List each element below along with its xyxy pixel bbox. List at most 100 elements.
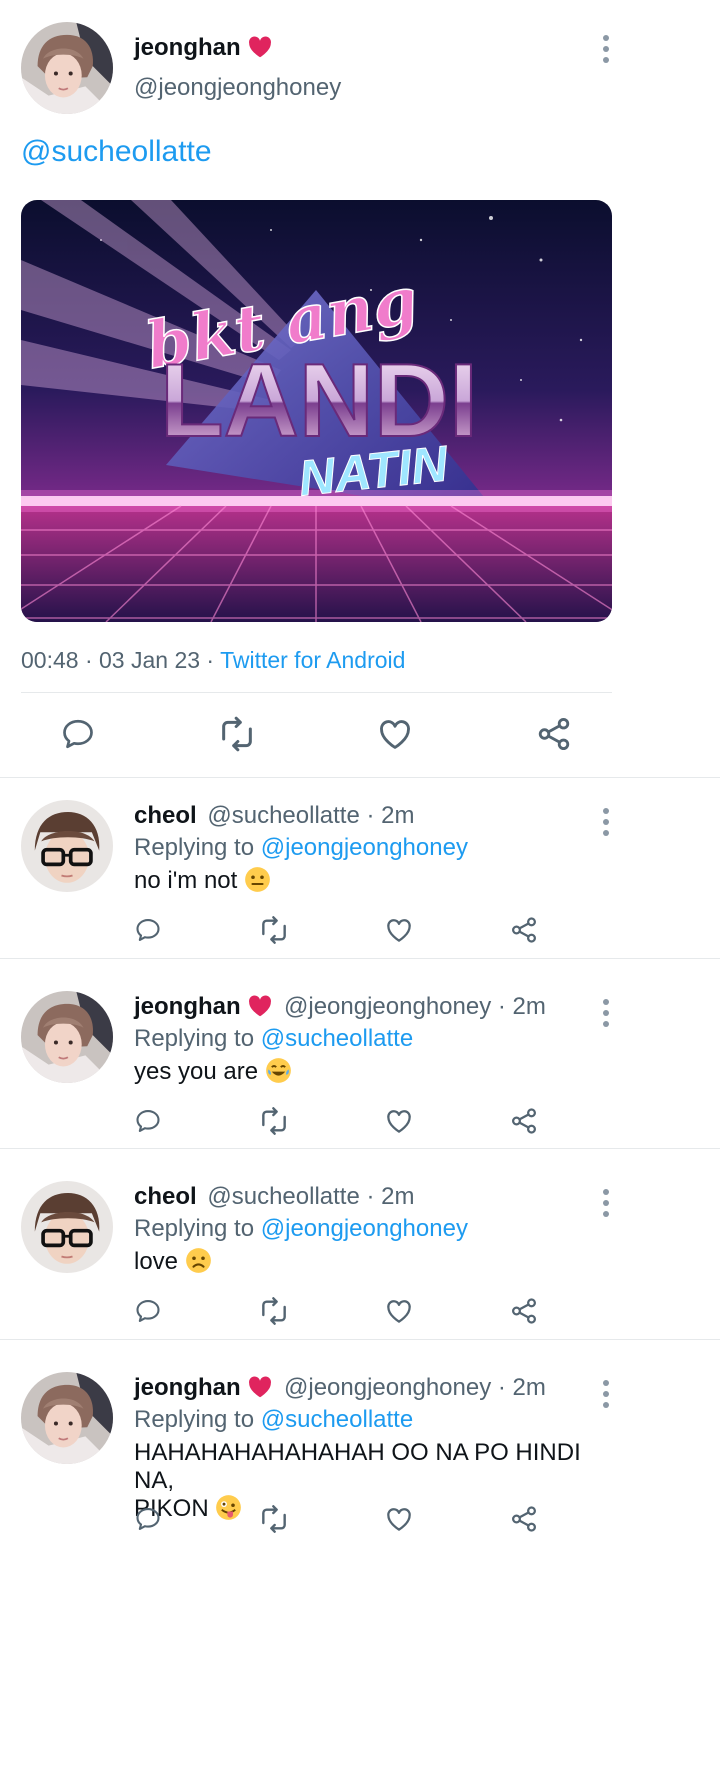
share-button[interactable]	[508, 1503, 540, 1535]
display-name[interactable]: jeonghan	[134, 993, 241, 1020]
reply-button[interactable]	[132, 1295, 164, 1327]
share-icon	[509, 1106, 539, 1136]
reply-text-line: yes you are	[134, 1058, 259, 1085]
reply-button[interactable]	[132, 914, 164, 946]
handle[interactable]: @jeongjeonghoney	[284, 993, 491, 1020]
heart-icon	[376, 715, 414, 753]
reply-icon	[134, 1107, 162, 1135]
avatar[interactable]	[21, 22, 113, 114]
reply-button[interactable]	[58, 714, 98, 754]
tweet-image[interactable]: bkt ang LANDI NATIN	[21, 200, 612, 622]
red-heart-emoji	[247, 34, 273, 60]
author-line: jeonghan @jeongjeonghoney · 2m	[134, 991, 546, 1023]
avatar[interactable]	[21, 800, 113, 892]
replying-to: Replying to @jeongjeonghoney	[134, 832, 468, 864]
post-time: · 2m	[359, 1183, 415, 1210]
avatar[interactable]	[21, 1181, 113, 1273]
like-button[interactable]	[375, 714, 415, 754]
replying-label: Replying to	[134, 1025, 261, 1052]
retweet-icon	[258, 914, 290, 946]
more-options-icon[interactable]	[601, 1380, 611, 1413]
display-name[interactable]: jeonghan	[134, 34, 241, 61]
heart-icon	[384, 1296, 414, 1326]
divider	[0, 958, 720, 959]
reply-text-line: love	[134, 1248, 179, 1275]
more-options-icon[interactable]	[601, 35, 611, 68]
reply-icon	[134, 1505, 162, 1533]
avatar[interactable]	[21, 1372, 113, 1464]
reply-text: HAHAHAHAHAHAHAH OO NA PO HINDI NA, PIKON	[134, 1439, 614, 1523]
retweet-icon	[258, 1105, 290, 1137]
divider	[21, 692, 612, 693]
share-button[interactable]	[534, 714, 574, 754]
replying-label: Replying to	[134, 834, 261, 861]
tweet-text-mention[interactable]: @sucheollatte	[21, 134, 212, 170]
like-button[interactable]	[383, 914, 415, 946]
like-button[interactable]	[383, 1295, 415, 1327]
retweet-button[interactable]	[258, 1105, 290, 1137]
timestamp: 00:48 · 03 Jan 23 ·	[21, 647, 221, 673]
post-time: · 2m	[491, 993, 546, 1020]
replying-to: Replying to @jeongjeonghoney	[134, 1213, 468, 1245]
author-line: jeonghan @jeongjeonghoney · 2m	[134, 1372, 546, 1404]
reply-button[interactable]	[132, 1105, 164, 1137]
reply-icon	[60, 716, 96, 752]
post-time: · 2m	[491, 1374, 546, 1401]
zany-face-emoji	[216, 1494, 242, 1520]
share-icon	[535, 715, 573, 753]
replying-label: Replying to	[134, 1406, 261, 1433]
share-button[interactable]	[508, 1295, 540, 1327]
author-line: cheol @sucheollatte · 2m	[134, 1181, 414, 1213]
retweet-button[interactable]	[258, 914, 290, 946]
replying-to-handle[interactable]: @sucheollatte	[261, 1406, 413, 1433]
reply-button[interactable]	[132, 1503, 164, 1535]
retweet-icon	[258, 1295, 290, 1327]
retweet-icon	[258, 1503, 290, 1535]
author-line: jeonghan	[134, 34, 273, 62]
replying-label: Replying to	[134, 1215, 261, 1242]
retweet-icon	[217, 714, 257, 754]
heart-icon	[384, 1504, 414, 1534]
reply-icon	[134, 916, 162, 944]
reply-text: love	[134, 1247, 614, 1276]
share-icon	[509, 915, 539, 945]
more-options-icon[interactable]	[601, 808, 611, 841]
divider	[0, 777, 720, 778]
replying-to-handle[interactable]: @sucheollatte	[261, 1025, 413, 1052]
heart-icon	[384, 1106, 414, 1136]
display-name[interactable]: jeonghan	[134, 1374, 241, 1401]
reply-text: yes you are	[134, 1057, 614, 1086]
display-name[interactable]: cheol	[134, 1183, 197, 1210]
neutral-face-emoji	[245, 866, 270, 892]
more-options-icon[interactable]	[601, 1189, 611, 1222]
reply-text-line: no i'm not	[134, 867, 238, 894]
frowning-face-emoji	[185, 1247, 211, 1273]
divider	[0, 1339, 720, 1340]
share-button[interactable]	[508, 1105, 540, 1137]
more-options-icon[interactable]	[601, 999, 611, 1032]
red-heart-emoji	[247, 1374, 273, 1400]
like-button[interactable]	[383, 1503, 415, 1535]
post-time: · 2m	[359, 802, 415, 829]
retweet-button[interactable]	[258, 1503, 290, 1535]
reply-icon	[134, 1297, 162, 1325]
display-name[interactable]: cheol	[134, 802, 197, 829]
retweet-button[interactable]	[217, 714, 257, 754]
replying-to-handle[interactable]: @jeongjeonghoney	[261, 834, 468, 861]
divider	[0, 1148, 720, 1149]
replying-to-handle[interactable]: @jeongjeonghoney	[261, 1215, 468, 1242]
handle[interactable]: @jeongjeonghoney	[134, 74, 341, 102]
handle[interactable]: @sucheollatte	[207, 802, 359, 829]
handle[interactable]: @jeongjeonghoney	[284, 1374, 491, 1401]
handle[interactable]: @sucheollatte	[207, 1183, 359, 1210]
replying-to: Replying to @sucheollatte	[134, 1404, 413, 1436]
replying-to: Replying to @sucheollatte	[134, 1023, 413, 1055]
tears-of-joy-emoji	[265, 1057, 291, 1083]
reply-text: no i'm not	[134, 866, 614, 895]
source-link[interactable]: Twitter for Android	[220, 647, 405, 673]
retweet-button[interactable]	[258, 1295, 290, 1327]
share-button[interactable]	[508, 914, 540, 946]
red-heart-emoji	[247, 993, 273, 1019]
like-button[interactable]	[383, 1105, 415, 1137]
avatar[interactable]	[21, 991, 113, 1083]
